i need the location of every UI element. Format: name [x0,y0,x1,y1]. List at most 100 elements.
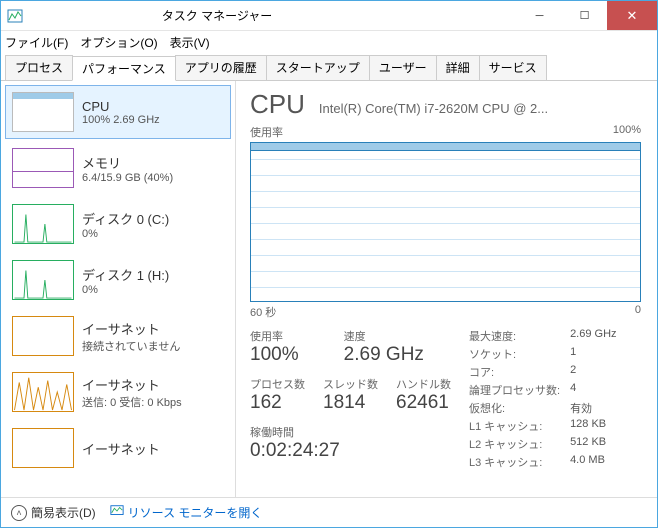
tab-app-history[interactable]: アプリの履歴 [175,55,267,80]
tab-performance[interactable]: パフォーマンス [72,56,176,81]
titlebar: タスク マネージャー ─ ☐ ✕ [1,1,657,31]
chart-x-left: 60 秒 [250,304,276,320]
sidebar-item-mem-1[interactable]: メモリ6.4/15.9 GB (40%) [5,141,231,195]
sidebar-item-value: 6.4/15.9 GB (40%) [82,172,173,184]
speed-value: 2.69 GHz [344,344,451,366]
sidebar-item-text: イーサネット送信: 0 受信: 0 Kbps [82,372,182,412]
lp-value: 4 [570,382,616,398]
stats-left: 使用率100% 速度2.69 GHz プロセス数162 スレッド数1814 ハン… [250,328,451,470]
tab-startup[interactable]: スタートアップ [266,55,370,80]
tabbar: プロセス パフォーマンス アプリの履歴 スタートアップ ユーザー 詳細 サービス [1,53,657,81]
util-label: 使用率 [250,328,326,344]
sidebar-item-label: イーサネット [82,319,180,338]
task-manager-window: タスク マネージャー ─ ☐ ✕ ファイル(F) オプション(O) 表示(V) … [0,0,658,528]
sidebar-item-label: ディスク 0 (C:) [82,209,169,228]
footer: ˄ 簡易表示(D) リソース モニターを開く [1,497,657,527]
up-value: 0:02:24:27 [250,440,451,462]
sidebar-item-eth-5[interactable]: イーサネット送信: 0 受信: 0 Kbps [5,365,231,419]
proc-label: プロセス数 [250,376,305,392]
menubar: ファイル(F) オプション(O) 表示(V) [1,31,657,53]
maximize-button[interactable]: ☐ [562,1,607,30]
minimize-button[interactable]: ─ [517,1,562,30]
util-value: 100% [250,344,326,366]
sidebar-item-disk-2[interactable]: ディスク 0 (C:)0% [5,197,231,251]
chart-label-util: 使用率 [250,124,283,140]
content-area: CPU100% 2.69 GHzメモリ6.4/15.9 GB (40%)ディスク… [1,81,657,497]
eth-off-thumb-icon [12,316,74,356]
chart-x-right: 0 [635,304,641,320]
tab-details[interactable]: 詳細 [436,55,480,80]
fewer-details-label: 簡易表示(D) [31,504,96,521]
virt-label: 仮想化: [469,400,560,416]
core-value: 2 [570,364,616,380]
speed-label: 速度 [344,328,451,344]
main-panel: CPU Intel(R) Core(TM) i7-2620M CPU @ 2..… [236,81,657,497]
sidebar-item-text: ディスク 1 (H:)0% [82,260,169,300]
eth-thumb-icon [12,372,74,412]
eth-off-thumb-icon [12,428,74,468]
l3-value: 4.0 MB [570,454,616,470]
sidebar-item-value: 0% [82,228,169,240]
sock-value: 1 [570,346,616,362]
stats-area: 使用率100% 速度2.69 GHz プロセス数162 スレッド数1814 ハン… [250,328,641,470]
chart-bottom-labels: 60 秒 0 [250,304,641,320]
menu-file[interactable]: ファイル(F) [5,34,68,51]
tab-users[interactable]: ユーザー [369,55,437,80]
main-header: CPU Intel(R) Core(TM) i7-2620M CPU @ 2..… [250,89,641,120]
sidebar-item-label: メモリ [82,153,173,172]
cpu-model: Intel(R) Core(TM) i7-2620M CPU @ 2... [319,101,641,116]
tab-services[interactable]: サービス [479,55,547,80]
sidebar-item-cpu-0[interactable]: CPU100% 2.69 GHz [5,85,231,139]
disk-thumb-icon [12,204,74,244]
max-label: 最大速度: [469,328,560,344]
sidebar-item-value: 接続されていません [82,338,180,354]
sidebar-item-text: CPU100% 2.69 GHz [82,92,160,132]
sidebar-item-disk-3[interactable]: ディスク 1 (H:)0% [5,253,231,307]
fewer-details-button[interactable]: ˄ 簡易表示(D) [11,504,96,521]
mem-thumb-icon [12,148,74,188]
menu-options[interactable]: オプション(O) [80,34,157,51]
chart-label-100: 100% [613,124,641,140]
sidebar-item-text: ディスク 0 (C:)0% [82,204,169,244]
cpu-title: CPU [250,89,305,120]
resource-monitor-link[interactable]: リソース モニターを開く [110,504,263,521]
sidebar-item-label: ディスク 1 (H:) [82,265,169,284]
sidebar-item-label: イーサネット [82,375,182,394]
app-icon [7,8,23,24]
sidebar-item-value: 100% 2.69 GHz [82,114,160,126]
sidebar-item-text: メモリ6.4/15.9 GB (40%) [82,148,173,188]
stats-right: 最大速度:2.69 GHz ソケット:1 コア:2 論理プロセッサ数:4 仮想化… [469,328,617,470]
sidebar-item-text: イーサネット接続されていません [82,316,180,356]
window-controls: ─ ☐ ✕ [517,1,657,30]
resource-monitor-label: リソース モニターを開く [128,504,263,521]
max-value: 2.69 GHz [570,328,616,344]
sidebar-item-label: イーサネット [82,439,160,458]
disk-thumb-icon [12,260,74,300]
l2-label: L2 キャッシュ: [469,436,560,452]
hnd-value: 62461 [396,392,451,414]
l1-label: L1 キャッシュ: [469,418,560,434]
cpu-thumb-icon [12,92,74,132]
sidebar-item-label: CPU [82,99,160,114]
sidebar-item-eth-off-6[interactable]: イーサネット [5,421,231,475]
chart-top-labels: 使用率 100% [250,124,641,140]
chart-fill [251,143,640,151]
sidebar[interactable]: CPU100% 2.69 GHz メモリ6.4/15.9 GB (40%) ディスク… [1,81,236,497]
virt-value: 有効 [570,400,616,416]
proc-value: 162 [250,392,305,414]
cpu-chart[interactable] [250,142,641,302]
chevron-up-icon: ˄ [11,505,27,521]
menu-view[interactable]: 表示(V) [170,34,210,51]
sock-label: ソケット: [469,346,560,362]
monitor-icon [110,504,124,521]
l3-label: L3 キャッシュ: [469,454,560,470]
sidebar-item-value: 送信: 0 受信: 0 Kbps [82,394,182,410]
tab-processes[interactable]: プロセス [5,55,73,80]
up-label: 稼働時間 [250,424,451,440]
chart-grid [251,143,640,301]
window-title: タスク マネージャー [27,7,407,24]
close-button[interactable]: ✕ [607,1,657,30]
sidebar-item-eth-off-4[interactable]: イーサネット接続されていません [5,309,231,363]
lp-label: 論理プロセッサ数: [469,382,560,398]
l2-value: 512 KB [570,436,616,452]
